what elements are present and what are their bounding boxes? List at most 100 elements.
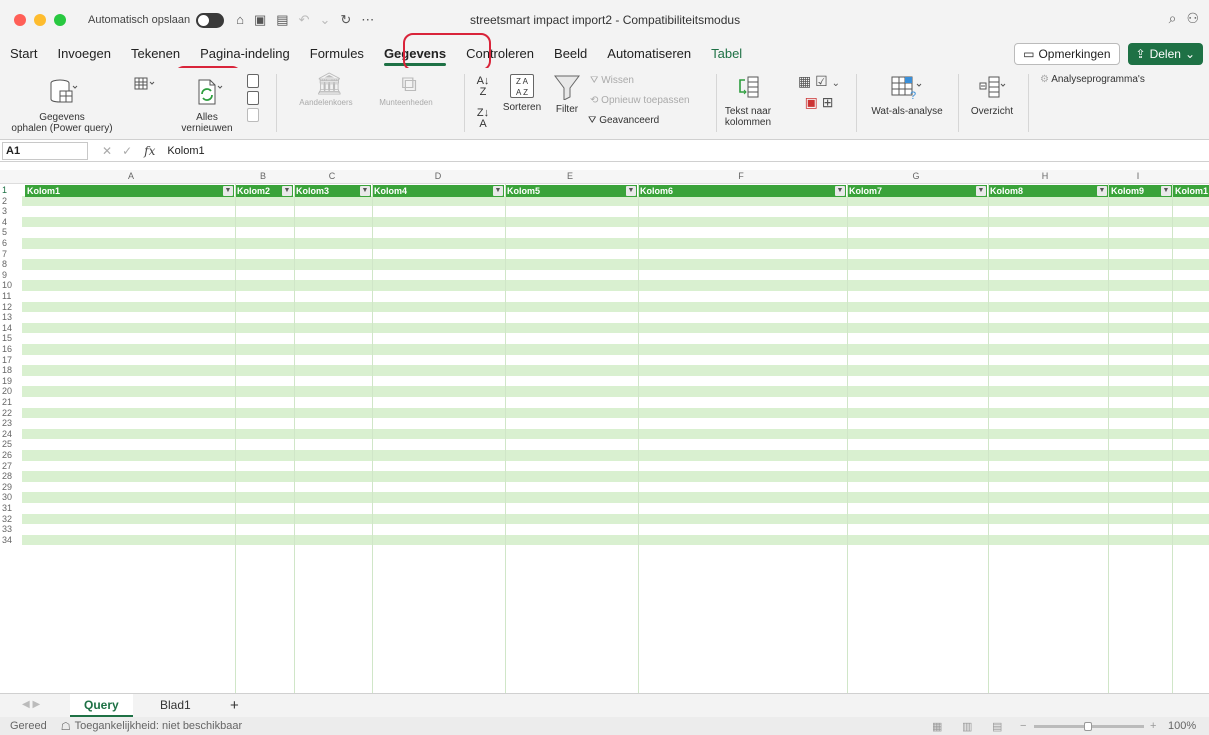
currencies-button[interactable]: Munteenheden	[379, 97, 432, 108]
table-row[interactable]	[22, 301, 1209, 313]
filter-dropdown-icon[interactable]: ▼	[626, 186, 636, 196]
row-header[interactable]: 2	[0, 196, 22, 206]
row-header[interactable]: 25	[0, 439, 22, 449]
formula-input[interactable]: Kolom1	[167, 145, 204, 157]
tab-pagina-indeling[interactable]: Pagina-indeling	[190, 40, 300, 68]
table-row[interactable]	[22, 344, 1209, 355]
row-header[interactable]: 18	[0, 365, 22, 375]
table-row[interactable]	[22, 280, 1209, 291]
table-row[interactable]	[22, 206, 1209, 217]
row-header[interactable]: 16	[0, 344, 22, 354]
share-button[interactable]: ⇪ Delen ⌄	[1127, 43, 1203, 65]
table-row[interactable]	[22, 333, 1209, 344]
save-icon[interactable]: ▣	[254, 12, 266, 28]
name-box[interactable]: A1	[2, 141, 88, 160]
row-header[interactable]: 28	[0, 471, 22, 481]
close-window-button[interactable]	[14, 14, 26, 26]
properties-icon[interactable]	[247, 91, 259, 105]
row-header[interactable]: 7	[0, 249, 22, 259]
comments-button[interactable]: ▭ Opmerkingen	[1014, 43, 1120, 65]
page-break-icon[interactable]: ▤	[992, 720, 1002, 733]
sheet-tab-query[interactable]: Query	[70, 694, 133, 717]
table-row[interactable]	[22, 248, 1209, 260]
column-header-i[interactable]: I	[1137, 171, 1140, 181]
row-header[interactable]: 11	[0, 291, 22, 301]
undo-icon[interactable]: ↶	[299, 12, 310, 28]
table-row[interactable]	[22, 471, 1209, 482]
row-header[interactable]: 34	[0, 535, 22, 545]
table-row[interactable]	[22, 365, 1209, 376]
column-header-f[interactable]: F	[738, 171, 744, 181]
cancel-icon[interactable]: ✕	[102, 144, 112, 158]
column-header-a[interactable]: A	[128, 171, 134, 181]
zoom-window-button[interactable]	[54, 14, 66, 26]
redo-icon[interactable]: ↻	[340, 12, 351, 28]
table-header-kolom9[interactable]: Kolom9 ▼	[1109, 185, 1172, 197]
people-icon[interactable]: ⚇	[1186, 10, 1199, 27]
confirm-icon[interactable]: ✓	[122, 144, 132, 158]
clear-button[interactable]: ⛛ Wissen	[590, 75, 710, 86]
tab-invoegen[interactable]: Invoegen	[47, 40, 121, 68]
table-row[interactable]	[22, 259, 1209, 270]
from-table-button[interactable]	[130, 76, 160, 96]
row-header[interactable]: 31	[0, 503, 22, 513]
filter-dropdown-icon[interactable]: ▼	[835, 186, 845, 196]
page-layout-icon[interactable]: ▥	[962, 720, 972, 733]
stocks-button[interactable]: Aandelenkoers	[299, 97, 352, 108]
tab-formules[interactable]: Formules	[300, 40, 374, 68]
advanced-button[interactable]: ⛛ Geavanceerd	[588, 115, 708, 126]
what-if-analysis-button[interactable]: ? Wat-als-analyse	[862, 74, 952, 117]
autosave-toggle[interactable]	[196, 12, 225, 28]
row-header[interactable]: 21	[0, 397, 22, 407]
table-row[interactable]	[22, 481, 1209, 493]
row-header[interactable]: 12	[0, 302, 22, 312]
sheet-tab-blad1[interactable]: Blad1	[146, 694, 205, 717]
tab-start[interactable]: Start	[0, 40, 47, 68]
row-header[interactable]: 3	[0, 206, 22, 216]
table-row[interactable]	[22, 397, 1209, 408]
flash-fill-icon[interactable]: ▦	[798, 73, 811, 89]
table-header-kolom7[interactable]: Kolom7 ▼	[847, 185, 987, 197]
table-header-kolom3[interactable]: Kolom3 ▼	[294, 185, 371, 197]
table-row[interactable]	[22, 418, 1209, 429]
outline-button[interactable]: Overzicht	[962, 74, 1022, 117]
reapply-button[interactable]: ⟲ Opnieuw toepassen	[590, 95, 710, 106]
table-row[interactable]	[22, 238, 1209, 249]
table-row[interactable]	[22, 322, 1209, 334]
row-header[interactable]: 5	[0, 227, 22, 237]
add-sheet-button[interactable]: +	[216, 694, 253, 717]
normal-view-icon[interactable]: ▦	[932, 720, 942, 733]
table-header-kolom2[interactable]: Kolom2 ▼	[235, 185, 293, 197]
row-header[interactable]: 15	[0, 333, 22, 343]
column-header-g[interactable]: G	[912, 171, 919, 181]
table-header-kolom5[interactable]: Kolom5 ▼	[505, 185, 637, 197]
tab-tabel[interactable]: Tabel	[701, 40, 752, 68]
tab-tekenen[interactable]: Tekenen	[121, 40, 190, 68]
print-icon[interactable]: ▤	[276, 12, 288, 28]
text-to-columns-button[interactable]: Tekst naar kolommen	[718, 74, 778, 128]
table-header-kolom8[interactable]: Kolom8 ▼	[988, 185, 1108, 197]
data-validation-icon[interactable]: ☑	[815, 73, 828, 89]
tab-beeld[interactable]: Beeld	[544, 40, 597, 68]
tab-automatiseren[interactable]: Automatiseren	[597, 40, 701, 68]
row-header[interactable]: 33	[0, 524, 22, 534]
table-row[interactable]	[22, 312, 1209, 323]
row-header[interactable]: 19	[0, 376, 22, 386]
filter-dropdown-icon[interactable]: ▼	[360, 186, 370, 196]
row-header[interactable]: 23	[0, 418, 22, 428]
row-header[interactable]: 26	[0, 450, 22, 460]
table-row[interactable]	[22, 354, 1209, 366]
accessibility-status[interactable]: Toegankelijkheid: niet beschikbaar	[75, 720, 243, 732]
filter-dropdown-icon[interactable]: ▼	[493, 186, 503, 196]
minimize-window-button[interactable]	[34, 14, 46, 26]
filter-dropdown-icon[interactable]: ▼	[976, 186, 986, 196]
table-row[interactable]	[22, 534, 1209, 546]
edit-links-icon[interactable]	[247, 108, 259, 122]
table-row[interactable]	[22, 513, 1209, 525]
row-header[interactable]: 1	[0, 185, 22, 195]
table-row[interactable]	[22, 269, 1209, 281]
sort-az-button[interactable]: A↓ Z	[472, 76, 494, 98]
filter-button[interactable]: Filter	[548, 74, 586, 115]
consolidate-icon[interactable]: ⊞	[822, 94, 834, 110]
row-header[interactable]: 8	[0, 259, 22, 269]
